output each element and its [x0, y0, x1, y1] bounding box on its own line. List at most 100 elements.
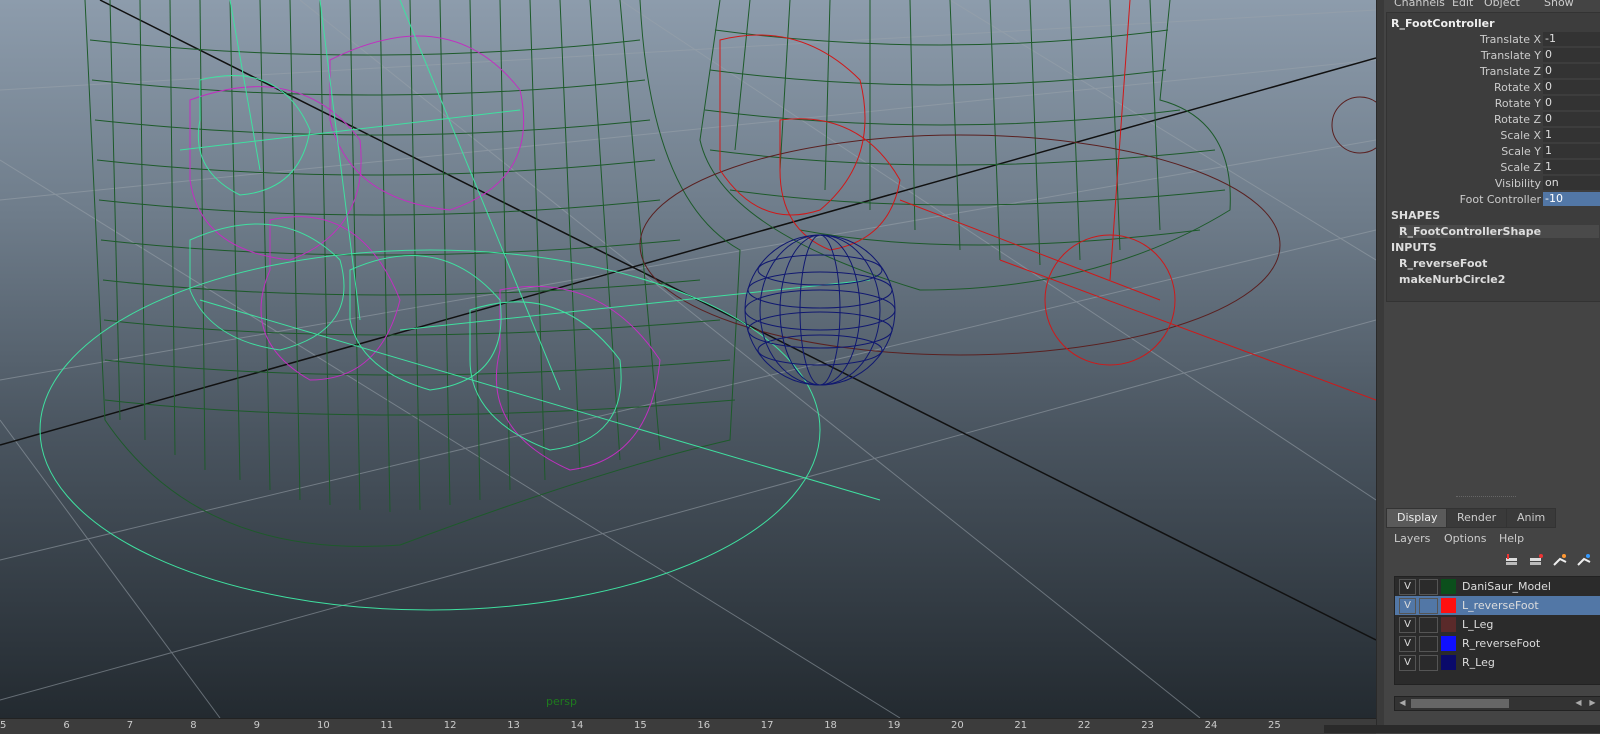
- timeline-tick: 11: [380, 720, 394, 731]
- menu-layers[interactable]: Layers: [1394, 532, 1430, 545]
- attr-value[interactable]: 0: [1543, 48, 1600, 62]
- scroll-right-icon[interactable]: ▶: [1587, 698, 1598, 709]
- scroll-thumb[interactable]: [1411, 699, 1509, 708]
- shape-item[interactable]: R_FootControllerShape: [1399, 225, 1599, 238]
- timeline-tick: 16: [697, 720, 711, 731]
- visibility-toggle[interactable]: V: [1399, 636, 1416, 652]
- attr-row[interactable]: Rotate Y 0: [1387, 96, 1600, 111]
- visibility-toggle[interactable]: V: [1399, 579, 1416, 595]
- new-layer-selected-icon[interactable]: [1528, 553, 1544, 569]
- layer-color-swatch[interactable]: [1441, 636, 1456, 651]
- attr-row[interactable]: Rotate X 0: [1387, 80, 1600, 95]
- layer-name: L_reverseFoot: [1462, 599, 1539, 612]
- viewport-scene: [0, 0, 1376, 718]
- attr-value[interactable]: 0: [1543, 80, 1600, 94]
- attr-label: Scale X: [1500, 129, 1541, 142]
- layer-list: V DaniSaur_Model V L_reverseFoot V L_Leg…: [1394, 576, 1600, 685]
- menu-options[interactable]: Options: [1444, 532, 1486, 545]
- visibility-toggle[interactable]: V: [1399, 598, 1416, 614]
- timeline-tick: 8: [190, 720, 197, 731]
- layer-color-swatch[interactable]: [1441, 579, 1456, 594]
- playback-toggle[interactable]: [1419, 598, 1438, 614]
- attr-label: Translate X: [1480, 33, 1541, 46]
- resize-grip[interactable]: [1456, 496, 1516, 501]
- attr-value[interactable]: 0: [1543, 112, 1600, 126]
- attr-value[interactable]: 0: [1543, 64, 1600, 78]
- layer-tabs: Display Render Anim: [1386, 508, 1600, 528]
- timeline-tick: 22: [1077, 720, 1091, 731]
- attr-row[interactable]: Scale Z 1: [1387, 160, 1600, 175]
- visibility-toggle[interactable]: V: [1399, 655, 1416, 671]
- playback-toggle[interactable]: [1419, 617, 1438, 633]
- viewport-3d[interactable]: persp: [0, 0, 1376, 718]
- attr-value[interactable]: 1: [1543, 160, 1600, 174]
- playback-toggle[interactable]: [1419, 636, 1438, 652]
- tab-render[interactable]: Render: [1446, 508, 1508, 528]
- attr-label: Rotate Y: [1494, 97, 1541, 110]
- move-up-icon[interactable]: [1552, 553, 1568, 569]
- time-slider[interactable]: 5 6 7 8 9 10 11 12 13 14 15 16 17 18 19 20 21 22 23 24 25: [0, 718, 1376, 734]
- layer-row[interactable]: V L_Leg: [1395, 615, 1600, 634]
- menu-channels[interactable]: Channels: [1394, 0, 1445, 9]
- timeline-tick: 12: [443, 720, 457, 731]
- attr-row[interactable]: Scale X 1: [1387, 128, 1600, 143]
- layer-color-swatch[interactable]: [1441, 598, 1456, 613]
- layer-name: L_Leg: [1462, 618, 1494, 631]
- attr-value[interactable]: on: [1543, 176, 1600, 190]
- attr-row[interactable]: Scale Y 1: [1387, 144, 1600, 159]
- move-down-icon[interactable]: [1576, 553, 1592, 569]
- menu-help[interactable]: Help: [1499, 532, 1524, 545]
- right-panel: Channels Edit Object Show R_FootControll…: [1384, 0, 1600, 733]
- attr-value[interactable]: 1: [1543, 128, 1600, 142]
- menu-object[interactable]: Object: [1484, 0, 1520, 9]
- timeline-tick: 13: [507, 720, 520, 731]
- attr-value[interactable]: 1: [1543, 144, 1600, 158]
- status-strip: [1324, 725, 1600, 733]
- attr-label: Translate Y: [1480, 49, 1541, 62]
- attr-value[interactable]: -1: [1543, 32, 1600, 46]
- layer-row[interactable]: V R_Leg: [1395, 653, 1600, 672]
- timeline-tick: 7: [126, 720, 134, 731]
- object-name[interactable]: R_FootController: [1391, 17, 1495, 30]
- attr-row-foot-controller[interactable]: Foot Controller -10: [1387, 192, 1600, 207]
- playback-toggle[interactable]: [1419, 579, 1438, 595]
- camera-label: persp: [546, 695, 577, 708]
- attr-label: Foot Controller: [1459, 193, 1541, 206]
- menu-edit[interactable]: Edit: [1452, 0, 1473, 9]
- playback-toggle[interactable]: [1419, 655, 1438, 671]
- attr-row[interactable]: Rotate Z 0: [1387, 112, 1600, 127]
- layer-name: R_Leg: [1462, 656, 1495, 669]
- layer-row[interactable]: V DaniSaur_Model: [1395, 577, 1600, 596]
- input-item[interactable]: R_reverseFoot: [1399, 257, 1599, 270]
- tab-anim[interactable]: Anim: [1506, 508, 1557, 528]
- attr-label: Visibility: [1494, 177, 1541, 190]
- attr-value-selected[interactable]: -10: [1543, 192, 1600, 206]
- menu-show[interactable]: Show: [1544, 0, 1574, 9]
- tab-display[interactable]: Display: [1386, 508, 1449, 528]
- timeline-tick: 5: [0, 720, 7, 731]
- attr-row[interactable]: Translate X -1: [1387, 32, 1600, 47]
- input-item[interactable]: makeNurbCircle2: [1399, 273, 1599, 286]
- timeline-tick: 19: [887, 720, 901, 731]
- attr-value[interactable]: 0: [1543, 96, 1600, 110]
- layer-color-swatch[interactable]: [1441, 617, 1456, 632]
- attr-row[interactable]: Visibility on: [1387, 176, 1600, 191]
- attr-row[interactable]: Translate Z 0: [1387, 64, 1600, 79]
- timeline-tick: 24: [1204, 720, 1218, 731]
- layer-color-swatch[interactable]: [1441, 655, 1456, 670]
- timeline-tick: 6: [63, 720, 70, 731]
- layer-row[interactable]: V R_reverseFoot: [1395, 634, 1600, 653]
- scroll-left-icon[interactable]: ◀: [1397, 698, 1408, 709]
- new-layer-icon[interactable]: [1504, 553, 1520, 569]
- visibility-toggle[interactable]: V: [1399, 617, 1416, 633]
- attr-label: Rotate Z: [1493, 113, 1541, 126]
- timeline-tick: 10: [317, 720, 330, 731]
- attr-row[interactable]: Translate Y 0: [1387, 48, 1600, 63]
- timeline-tick: 20: [951, 720, 964, 731]
- timeline-tick: 9: [253, 720, 260, 731]
- scroll-left-icon[interactable]: ◀: [1573, 698, 1584, 709]
- attr-label: Scale Z: [1500, 161, 1541, 174]
- layer-row-selected[interactable]: V L_reverseFoot: [1395, 596, 1600, 615]
- channel-box: R_FootController Translate X -1 Translat…: [1386, 12, 1600, 302]
- horizontal-scrollbar[interactable]: ◀ ◀ ▶: [1394, 696, 1600, 711]
